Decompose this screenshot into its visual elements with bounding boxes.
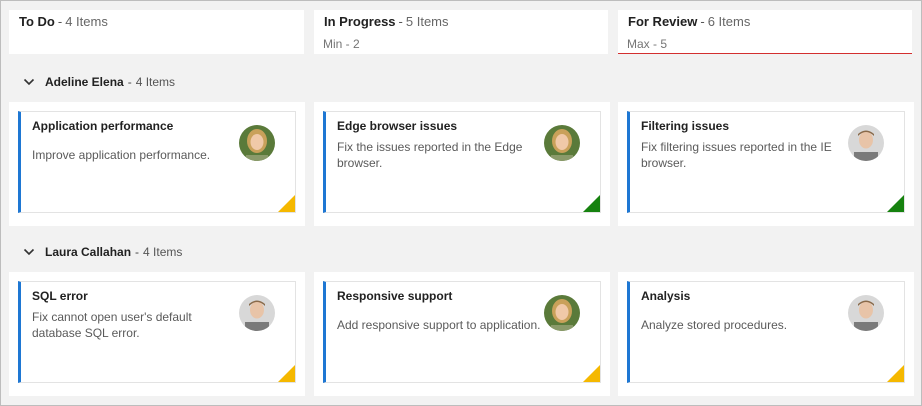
column-title: To Do	[19, 14, 55, 29]
separator: -	[700, 14, 705, 29]
swimlane-header-laura[interactable]: Laura Callahan -4 Items	[23, 244, 182, 260]
card-sql-error[interactable]: SQL error Fix cannot open user's default…	[18, 281, 296, 383]
card-title: Responsive support	[337, 289, 453, 303]
column-count: 4 Items	[65, 14, 108, 29]
swimlane-header-adeline[interactable]: Adeline Elena -4 Items	[23, 74, 175, 90]
priority-indicator	[278, 365, 295, 382]
column-count: 6 Items	[707, 14, 751, 29]
separator: -	[135, 245, 140, 259]
card-title: Filtering issues	[641, 119, 730, 133]
column-header-for-review[interactable]: For Review -6 Items Max - 5	[618, 10, 912, 54]
card-description: Analyze stored procedures.	[641, 318, 788, 332]
priority-indicator	[583, 365, 600, 382]
separator: -	[127, 75, 132, 89]
separator: -	[57, 14, 63, 29]
swimlane-count: 4 Items	[135, 75, 176, 89]
column-title: In Progress	[324, 14, 396, 29]
swimlane-name: Laura Callahan	[45, 245, 132, 259]
card-responsive-support[interactable]: Responsive support Add responsive suppor…	[323, 281, 601, 383]
avatar[interactable]	[544, 125, 580, 161]
swimlane-name: Adeline Elena	[45, 75, 124, 89]
cell-todo-laura: SQL error Fix cannot open user's default…	[9, 272, 305, 396]
cell-for-review-adeline: Filtering issues Fix filtering issues re…	[618, 102, 914, 226]
priority-indicator	[583, 195, 600, 212]
card-description: Fix the issues reported in the Edge brow…	[337, 140, 523, 170]
card-description: Fix cannot open user's default database …	[32, 310, 192, 340]
avatar[interactable]	[239, 125, 275, 161]
column-max-limit: Max - 5	[627, 37, 668, 51]
cell-todo-adeline: Application performance Improve applicat…	[9, 102, 305, 226]
cell-in-progress-laura: Responsive support Add responsive suppor…	[314, 272, 610, 396]
card-title: SQL error	[32, 289, 88, 303]
card-title: Analysis	[641, 289, 691, 303]
separator: -	[398, 14, 403, 29]
chevron-down-icon[interactable]	[23, 76, 35, 88]
card-analysis[interactable]: Analysis Analyze stored procedures.	[627, 281, 905, 383]
chevron-down-icon[interactable]	[23, 246, 35, 258]
card-title: Edge browser issues	[337, 119, 458, 133]
column-header-todo[interactable]: To Do -4 Items	[9, 10, 304, 54]
avatar[interactable]	[848, 125, 884, 161]
priority-indicator	[278, 195, 295, 212]
card-title: Application performance	[32, 119, 174, 133]
column-min-limit: Min - 2	[323, 37, 360, 51]
swimlane-count: 4 Items	[143, 245, 183, 259]
card-description: Improve application performance.	[32, 148, 211, 162]
avatar[interactable]	[848, 295, 884, 331]
column-title: For Review	[628, 14, 698, 29]
cell-for-review-laura: Analysis Analyze stored procedures.	[618, 272, 914, 396]
card-filtering-issues[interactable]: Filtering issues Fix filtering issues re…	[627, 111, 905, 213]
card-description: Fix filtering issues reported in the IE …	[641, 140, 832, 170]
column-count: 5 Items	[405, 14, 449, 29]
column-header-in-progress[interactable]: In Progress -5 Items Min - 2	[314, 10, 608, 54]
card-description: Add responsive support to application.	[337, 318, 541, 332]
avatar[interactable]	[544, 295, 580, 331]
priority-indicator	[887, 195, 904, 212]
card-edge-browser-issues[interactable]: Edge browser issues Fix the issues repor…	[323, 111, 601, 213]
priority-indicator	[887, 365, 904, 382]
cell-in-progress-adeline: Edge browser issues Fix the issues repor…	[314, 102, 610, 226]
card-application-performance[interactable]: Application performance Improve applicat…	[18, 111, 296, 213]
kanban-board: To Do -4 Items In Progress -5 Items Min - …	[0, 0, 922, 406]
avatar[interactable]	[239, 295, 275, 331]
